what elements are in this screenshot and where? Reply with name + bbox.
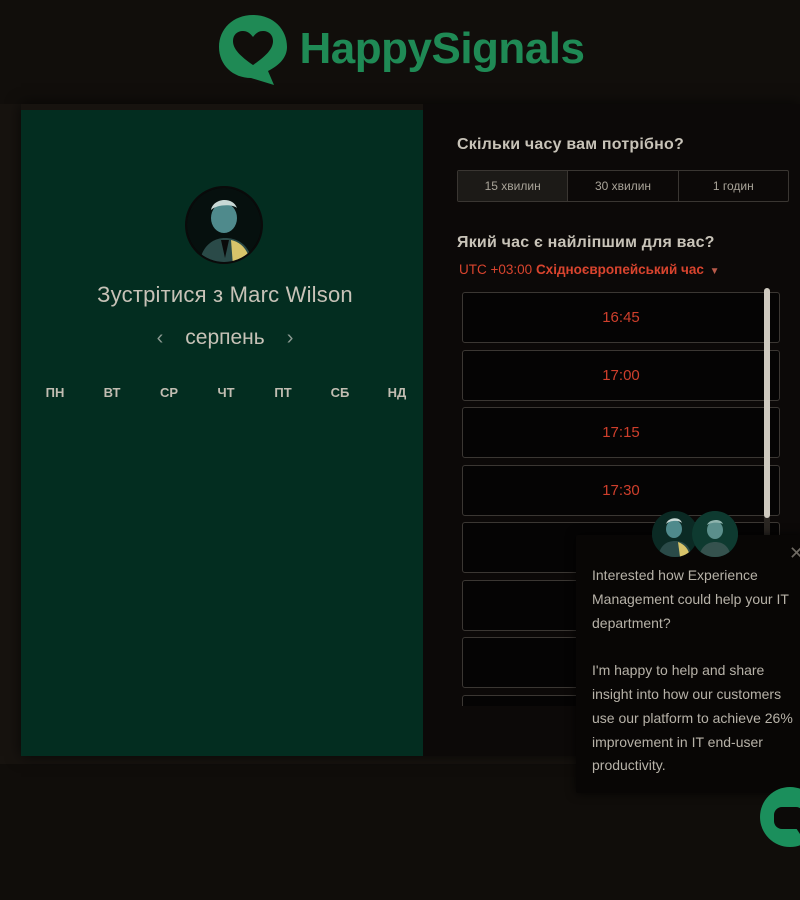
current-month: серпень (185, 326, 265, 349)
timezone-name: Східноєвропейський час (535, 262, 704, 277)
person-photo-icon (692, 511, 738, 557)
agent-avatar (692, 511, 738, 557)
chat-bubble-tail (794, 825, 800, 834)
time-slot[interactable]: 16:45 (462, 292, 780, 343)
person-photo-icon (187, 188, 261, 262)
weekday-label: СР (159, 385, 179, 400)
meeting-title: Зустрітися з Marc Wilson (97, 282, 353, 307)
duration-selector: 15 хвилин 30 хвилин 1 годин (457, 170, 789, 202)
weekday-label: ВТ (103, 385, 121, 400)
duration-option-60[interactable]: 1 годин (679, 171, 788, 201)
heart-chat-icon (218, 15, 287, 85)
chat-message-line: Interested how Experience Management cou… (592, 567, 789, 631)
timezone-selector[interactable]: UTC +03:00 Східноєвропейський час ▼ (459, 262, 720, 277)
chat-agent-avatars (652, 511, 742, 559)
chevron-left-icon[interactable]: ‹ (157, 327, 164, 350)
happysignals-logo[interactable]: HappySignals (216, 11, 585, 87)
caret-down-icon: ▼ (709, 266, 720, 277)
time-slot[interactable]: 17:00 (462, 349, 780, 401)
close-icon[interactable]: ✕ (789, 543, 800, 564)
weekday-label: СБ (330, 385, 350, 400)
chat-message-line: I'm happy to help and share insight into… (592, 662, 793, 774)
weekday-label: ПТ (274, 385, 292, 400)
time-slot[interactable]: 17:30 (462, 464, 780, 516)
weekday-label: ЧТ (217, 385, 235, 400)
timezone-offset: UTC +03:00 (459, 262, 533, 277)
duration-option-30[interactable]: 30 хвилин (568, 171, 679, 201)
scrollbar-thumb[interactable] (764, 288, 770, 518)
weekday-header: ПН ВТ СР ЧТ ПТ СБ НД (31, 385, 421, 400)
time-slot[interactable]: 17:15 (462, 407, 780, 458)
weekday-label: НД (387, 385, 407, 400)
weekday-label: ПН (45, 385, 65, 400)
time-question: Який час є найліпшим для вас? (457, 234, 715, 251)
chevron-right-icon[interactable]: › (287, 327, 294, 350)
chat-message: Interested how Experience Management cou… (592, 564, 800, 802)
duration-question: Скільки часу вам потрібно? (457, 136, 684, 153)
brand-name: HappySignals (299, 24, 585, 73)
header-bar: HappySignals (0, 0, 800, 104)
duration-option-15[interactable]: 15 хвилин (458, 171, 569, 201)
host-panel: Зустрітися з Marc Wilson ‹ серпень › ПН … (21, 110, 429, 756)
host-avatar (185, 186, 263, 264)
month-navigation: ‹ серпень › (21, 326, 429, 350)
